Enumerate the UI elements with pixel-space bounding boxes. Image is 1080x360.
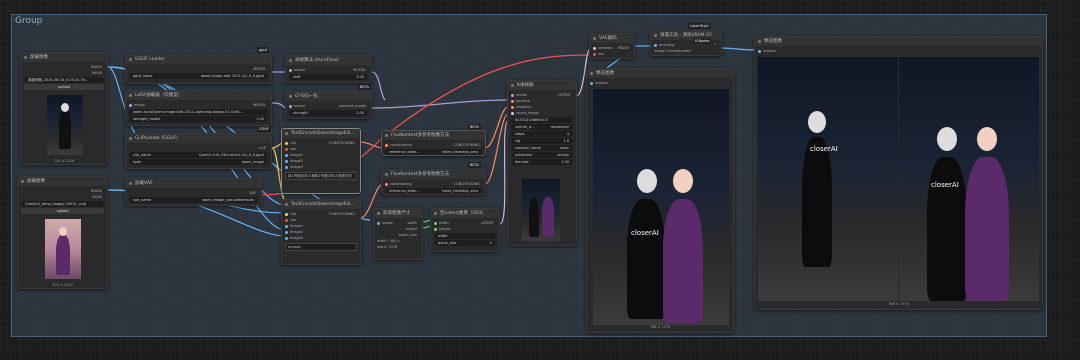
node-title: LoRA加载器（仅模型） <box>126 91 271 100</box>
flux-reference-node-2[interactable]: FluxKontext多参考图像方法 conditioning CONDITION… <box>381 169 486 195</box>
output-model-slot: MODEL <box>253 67 266 71</box>
gguf-loader-node[interactable]: GGUF Loader MODEL gguf_name qwen-image-ed… <box>125 54 272 84</box>
output-mask-slot: MASK <box>92 71 102 75</box>
node-title: 加载VAE <box>126 179 261 188</box>
node-title: CLIPLoader (GGUF) <box>126 134 271 143</box>
gguf-badge-2: GGUF <box>257 126 271 132</box>
node-title: CFG归一化 <box>286 92 371 101</box>
width-input[interactable]: width <box>434 233 496 239</box>
input-image-preview <box>47 95 83 155</box>
text-encode-node-2[interactable]: TextEncodeQwenImageEdi... clip CONDITIONI… <box>281 199 361 265</box>
node-title: 加载图像 <box>18 177 107 186</box>
beta-badge: BETA <box>358 84 371 90</box>
preview-image-node-2[interactable]: 预览图像 images closerAI closerAI 768 × 1376 <box>754 36 1043 310</box>
prompt-textarea[interactable]: prompt <box>285 243 357 251</box>
empty-latent-node[interactable]: 空Latent图像（SD3） width LATENT height width … <box>430 208 500 252</box>
node-title: 空Latent图像（SD3） <box>431 209 499 218</box>
cfg-strength-slider[interactable]: strength 1.00 <box>289 110 368 116</box>
beta-badge-3: BETA <box>468 162 481 168</box>
node-title: K采样器 <box>508 81 576 90</box>
input-image-preview <box>45 219 81 279</box>
layerstyle-badge: LayerStyle <box>688 23 711 29</box>
steps-input[interactable]: steps 4 <box>511 131 573 137</box>
control-after-generate-select[interactable]: control_a... randomize <box>511 124 573 130</box>
group-title: Group <box>15 16 43 26</box>
load-image-node-1[interactable]: 加载图像 IMAGE MASK 鼎盛视频_2025-08-16_0:25:22.… <box>20 52 108 165</box>
upload-button[interactable]: upload <box>24 84 104 90</box>
node-canvas[interactable]: Group 加载图像 IMAGE MASK 鼎盛视频_2025-08-16_0:… <box>0 0 1080 360</box>
output-image-right: closerAI <box>899 57 1039 301</box>
preview-image-node-1[interactable]: 预览图像 images closerAI 768 × 1376 <box>586 68 734 333</box>
ksampler-node[interactable]: K采样器 model LATENT positive negative laten… <box>507 80 577 246</box>
node-title: 预览图像 <box>755 37 1042 46</box>
icnodes-badge: ICNodes <box>693 38 712 44</box>
image-file-select[interactable]: ComfyUI_temp_bbqqq_00010_.png <box>21 201 104 207</box>
vae-name-select[interactable]: vae_name qwen_image_vae.safetensors <box>129 197 258 203</box>
get-image-size-node[interactable]: 获取图像尺寸 image width height batch_size widt… <box>373 208 423 260</box>
node-title: 采样算法 (AuraFlow) <box>286 56 371 65</box>
node-title: FluxKontext多参考图像方法 <box>382 131 485 140</box>
node-title: TextEncodeQwenImageEdi... <box>282 200 360 209</box>
node-title: VAE解码 <box>590 34 634 43</box>
node-title: GGUF Loader <box>126 55 271 64</box>
image-size-label: 704 × 1216 <box>52 283 73 287</box>
shirt-text: closerAI <box>931 181 959 189</box>
vae-loader-node[interactable]: 加载VAE VAE vae_name qwen_image_vae.safeten… <box>125 178 262 206</box>
cfg-norm-node[interactable]: CFG归一化 model patched_model strength 1.00 <box>285 91 372 119</box>
sampler-select[interactable]: sampler_name euler <box>511 145 573 151</box>
image-file-select[interactable]: 鼎盛视频_2025-08-16_0:25:22.78... <box>24 77 104 83</box>
output-image-left: closerAI <box>758 57 898 301</box>
strength-model-slider[interactable]: strength_model 1.00 <box>129 116 268 122</box>
seed-input[interactable]: 823312156890017 <box>511 117 573 123</box>
lora-loader-node[interactable]: LoRA加载器（仅模型） model MODEL qwen-local/Qwen-… <box>125 90 272 126</box>
generated-image-preview: closerAI <box>593 89 729 325</box>
reference-method-select[interactable]: reference_laten... index_timestep_zero <box>385 149 482 155</box>
clip-type-select[interactable]: type qwen_image <box>129 159 268 165</box>
upload-button[interactable]: upload <box>21 208 104 214</box>
prompt-textarea[interactable]: 将1号图中的人物和2号图中的人物放在同一场景中，两人比心...（中文） <box>285 172 357 180</box>
shift-slider[interactable]: shift 3.00 <box>289 74 368 80</box>
node-title: 预览图像 <box>587 69 733 78</box>
lora-name-select[interactable]: qwen-local/Qwen-Image-Edit-2511-Lightnin… <box>129 109 268 115</box>
scheduler-select[interactable]: scheduler simple <box>511 152 573 158</box>
node-title: TextEncodeQwenImageEdi... <box>282 129 360 138</box>
clip-name-select[interactable]: clip_name Qwen2.5-VL-7B-Instruct-Q4_K_S.g… <box>129 152 268 158</box>
node-title: 加载图像 <box>21 53 107 62</box>
text-encode-node-1[interactable]: TextEncodeQwenImageEdi... clip CONDITIONI… <box>281 128 361 194</box>
image-size-label: 768 × 1376 <box>649 325 671 329</box>
beta-badge-2: BETA <box>468 124 481 130</box>
reference-method-select[interactable]: reference_laten... index_timestep_zero <box>385 188 482 194</box>
flux-reference-node-1[interactable]: FluxKontext多参考图像方法 conditioning CONDITION… <box>381 130 486 156</box>
denoise-slider[interactable]: denoise 1.00 <box>511 159 573 165</box>
height-value: 1376 <box>388 245 398 249</box>
shirt-text: closerAI <box>631 229 659 237</box>
batch-size-input[interactable]: batch_size 1 <box>434 240 496 246</box>
output-mask-slot: MASK <box>92 195 102 199</box>
aura-flow-node[interactable]: 采样算法 (AuraFlow) model MODEL shift 3.00 <box>285 55 372 83</box>
image-size-label: 768 × 1376 <box>888 302 909 306</box>
node-title: FluxKontext多参考图像方法 <box>382 170 485 179</box>
load-image-node-2[interactable]: 加载图像 IMAGE MASK ComfyUI_temp_bbqqq_00010… <box>17 176 108 289</box>
clean-vram-node[interactable]: 清理工具 - 清除VRAM V2 anything * image Concate… <box>650 30 722 56</box>
width-value: 768_h <box>388 239 400 243</box>
gguf-badge: gguf <box>257 47 269 53</box>
clip-loader-node[interactable]: CLIPLoader (GGUF) CLIP clip_name Qwen2.5-… <box>125 133 272 169</box>
node-title: 获取图像尺寸 <box>374 209 422 218</box>
image-size-label: 704 × 1216 <box>53 159 75 163</box>
shirt-text: closerAI <box>810 145 838 153</box>
vae-decode-node[interactable]: VAE解码 samples IMAGE vae <box>589 33 635 59</box>
gguf-name-select[interactable]: gguf_name qwen-image-edit-2511-Q4_K_S.ggu… <box>129 73 268 79</box>
cfg-input[interactable]: cfg 1.0 <box>511 138 573 144</box>
sampler-preview <box>522 179 560 241</box>
